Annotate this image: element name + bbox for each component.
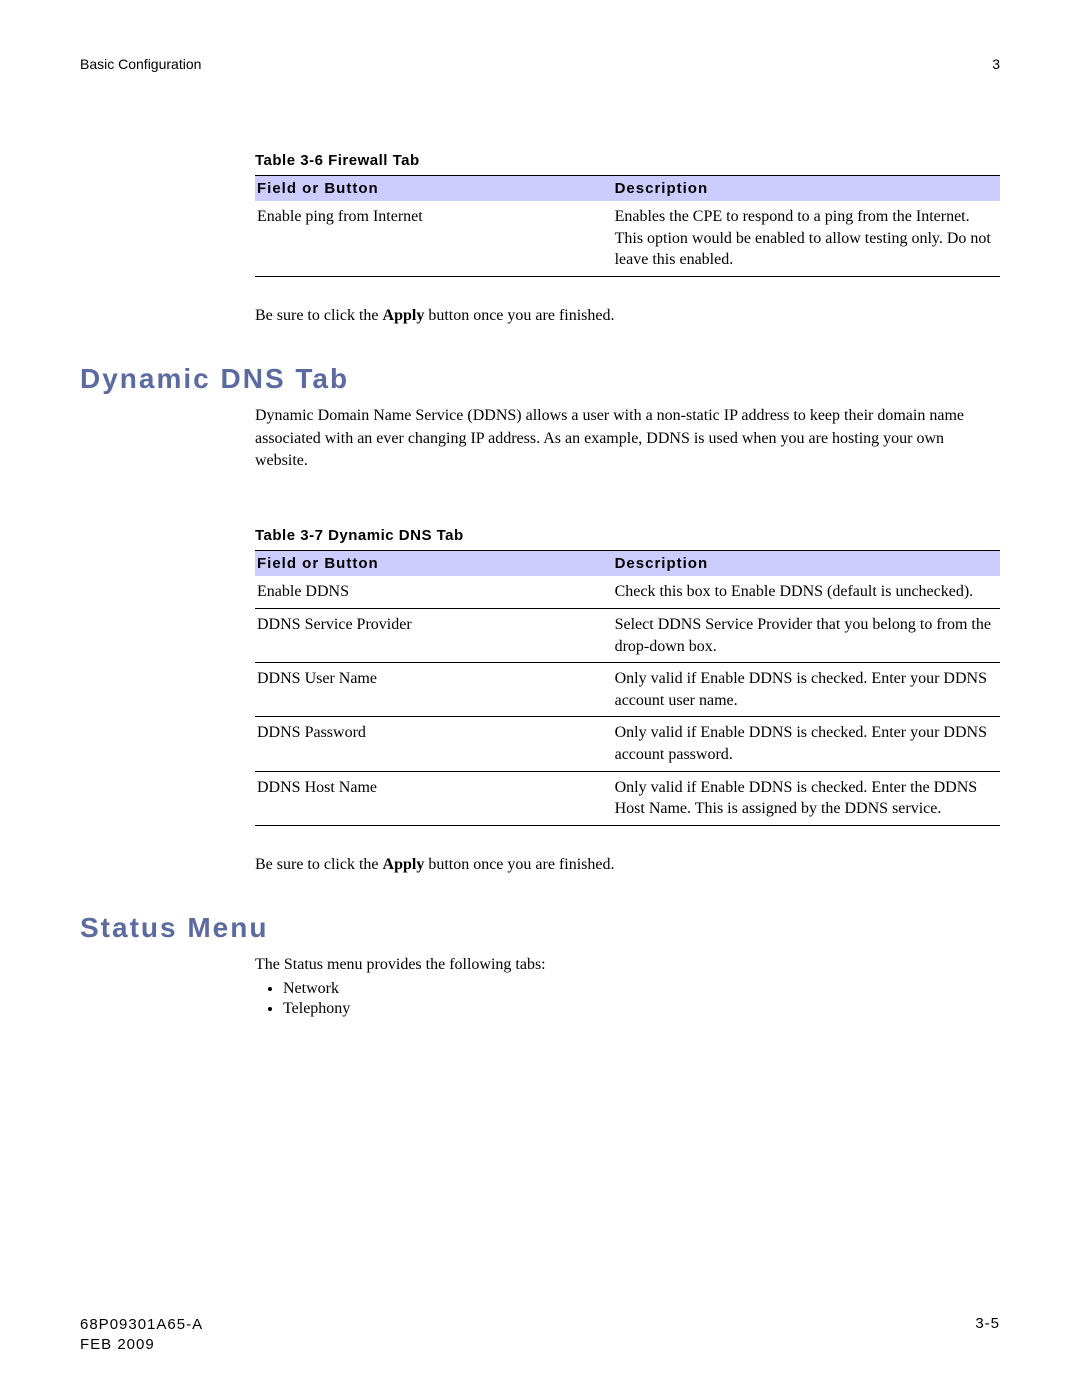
table-row: DDNS Password Only valid if Enable DDNS …: [255, 717, 1000, 771]
cell-field: Enable ping from Internet: [255, 201, 613, 276]
heading-dynamic-dns: Dynamic DNS Tab: [80, 363, 1000, 395]
table-row: Enable DDNS Check this box to Enable DDN…: [255, 576, 1000, 608]
table-3-7-header-desc: Description: [613, 551, 1000, 577]
table-row: Enable ping from Internet Enables the CP…: [255, 201, 1000, 276]
cell-desc: Only valid if Enable DDNS is checked. En…: [613, 771, 1000, 825]
cell-field: DDNS Host Name: [255, 771, 613, 825]
footer-docnum: 68P09301A65-A: [80, 1315, 203, 1335]
cell-field: Enable DDNS: [255, 576, 613, 608]
list-item: Telephony: [283, 1000, 1000, 1018]
footer-pagenum: 3-5: [975, 1315, 1000, 1356]
cell-desc: Enables the CPE to respond to a ping fro…: [613, 201, 1000, 276]
table-3-7-caption: Table 3-7 Dynamic DNS Tab: [255, 527, 1000, 544]
cell-field: DDNS Service Provider: [255, 608, 613, 662]
ddns-intro: Dynamic Domain Name Service (DDNS) allow…: [255, 405, 1000, 472]
cell-desc: Only valid if Enable DDNS is checked. En…: [613, 717, 1000, 771]
table-3-7-header-field: Field or Button: [255, 551, 613, 577]
table-3-6: Field or Button Description Enable ping …: [255, 175, 1000, 277]
header-chapter: 3: [992, 56, 1000, 72]
table-row: DDNS Service Provider Select DDNS Servic…: [255, 608, 1000, 662]
cell-field: DDNS User Name: [255, 663, 613, 717]
cell-desc: Only valid if Enable DDNS is checked. En…: [613, 663, 1000, 717]
heading-status-menu: Status Menu: [80, 912, 1000, 944]
status-intro: The Status menu provides the following t…: [255, 954, 1000, 976]
table-row: DDNS Host Name Only valid if Enable DDNS…: [255, 771, 1000, 825]
header-title: Basic Configuration: [80, 56, 201, 72]
footer-date: FEB 2009: [80, 1335, 203, 1355]
cell-desc: Check this box to Enable DDNS (default i…: [613, 576, 1000, 608]
cell-field: DDNS Password: [255, 717, 613, 771]
apply-note-1: Be sure to click the Apply button once y…: [255, 305, 1000, 327]
table-3-6-header-field: Field or Button: [255, 176, 613, 202]
table-3-6-header-desc: Description: [613, 176, 1000, 202]
status-list: Network Telephony: [255, 980, 1000, 1018]
table-3-6-caption: Table 3-6 Firewall Tab: [255, 152, 1000, 169]
apply-note-2: Be sure to click the Apply button once y…: [255, 854, 1000, 876]
table-3-7: Field or Button Description Enable DDNS …: [255, 550, 1000, 825]
table-row: DDNS User Name Only valid if Enable DDNS…: [255, 663, 1000, 717]
list-item: Network: [283, 980, 1000, 998]
cell-desc: Select DDNS Service Provider that you be…: [613, 608, 1000, 662]
